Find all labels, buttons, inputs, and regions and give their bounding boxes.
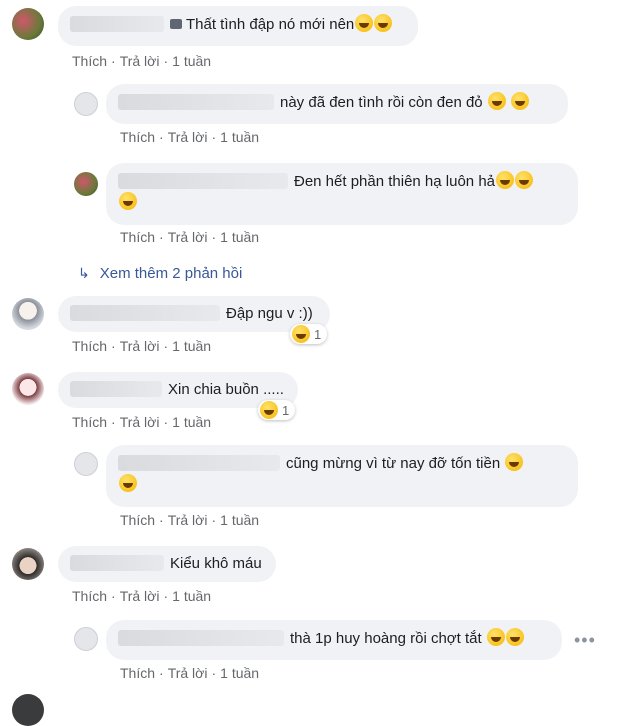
reaction-count: 1	[314, 326, 322, 342]
rofl-emoji-icon	[119, 474, 137, 492]
comment-bubble: thà 1p huy hoàng rồi chợt tắt	[106, 620, 562, 660]
comment-text: này đã đen tình rồi còn đen đỏ	[280, 94, 483, 111]
avatar[interactable]	[12, 373, 44, 405]
avatar[interactable]	[12, 8, 44, 40]
redacted-name[interactable]	[70, 16, 164, 32]
redacted-name[interactable]	[70, 555, 164, 571]
rofl-emoji-icon	[486, 628, 505, 646]
comment-text: Đen hết phần thiên hạ luôn hả	[294, 173, 495, 190]
comment-text: Thất tình đập nó mới nên	[186, 16, 355, 33]
comment-actions: Thích · Trả lời · 1 tuần	[120, 512, 260, 528]
redacted-name[interactable]	[118, 94, 274, 110]
comment-bubble: cũng mừng vì từ nay đỡ tốn tiền	[106, 445, 578, 507]
like-link[interactable]: Thích	[120, 129, 155, 145]
comment-text: Đập ngu v :))	[226, 305, 313, 322]
comment-bubble: Đập ngu v :))	[58, 296, 330, 332]
emoji-icon	[487, 92, 506, 110]
timestamp[interactable]: 1 tuần	[172, 414, 211, 430]
timestamp[interactable]: 1 tuần	[172, 588, 211, 604]
redacted-name[interactable]	[70, 305, 220, 321]
reply-link[interactable]: Trả lời	[120, 588, 160, 604]
avatar[interactable]	[74, 172, 98, 196]
laughing-emoji-icon	[292, 325, 310, 343]
timestamp[interactable]: 1 tuần	[220, 665, 259, 681]
reply-link[interactable]: Trả lời	[120, 53, 160, 69]
emoji-icon	[515, 171, 533, 189]
sad-emoji-icon	[260, 401, 278, 419]
redacted-name[interactable]	[118, 455, 280, 471]
redacted-name[interactable]	[118, 630, 284, 646]
more-options-icon[interactable]: •••	[574, 630, 596, 651]
redacted-name[interactable]	[70, 381, 162, 397]
like-link[interactable]: Thích	[120, 512, 155, 528]
like-link[interactable]: Thích	[72, 53, 107, 69]
comment-actions: Thích · Trả lời · 1 tuần	[72, 53, 212, 69]
avatar[interactable]	[74, 452, 98, 476]
like-link[interactable]: Thích	[72, 588, 107, 604]
comment-text: cũng mừng vì từ nay đỡ tốn tiền	[286, 455, 501, 472]
comment-bubble: Đen hết phần thiên hạ luôn hả	[106, 163, 578, 225]
comment-bubble: Thất tình đập nó mới nên	[58, 6, 418, 46]
comment-text: thà 1p huy hoàng rồi chợt tắt	[290, 630, 482, 647]
reply-link[interactable]: Trả lời	[120, 414, 160, 430]
reply-link[interactable]: Trả lời	[120, 338, 160, 354]
reply-link[interactable]: Trả lời	[168, 229, 208, 245]
like-link[interactable]: Thích	[72, 414, 107, 430]
avatar[interactable]	[74, 92, 98, 116]
avatar[interactable]	[12, 694, 44, 726]
reaction-badge[interactable]: 1	[290, 324, 328, 344]
comment-actions: Thích · Trả lời · 1 tuần	[120, 129, 260, 145]
view-more-replies-link[interactable]: ↳ Xem thêm 2 phản hồi	[78, 265, 242, 282]
emoji-icon	[511, 92, 529, 110]
comment-actions: Thích · Trả lời · 1 tuần	[120, 229, 260, 245]
rofl-emoji-icon	[505, 628, 524, 646]
avatar[interactable]	[12, 548, 44, 580]
avatar[interactable]	[74, 627, 98, 651]
timestamp[interactable]: 1 tuần	[220, 512, 259, 528]
timestamp[interactable]: 1 tuần	[220, 229, 259, 245]
avatar[interactable]	[12, 298, 44, 330]
message-icon	[170, 19, 182, 29]
comment-actions: Thích · Trả lời · 1 tuần	[120, 665, 260, 681]
like-link[interactable]: Thích	[120, 665, 155, 681]
timestamp[interactable]: 1 tuần	[220, 129, 259, 145]
comment-actions: Thích · Trả lời · 1 tuần	[72, 338, 212, 354]
comment-bubble: này đã đen tình rồi còn đen đỏ	[106, 84, 568, 124]
rofl-emoji-icon	[505, 453, 524, 471]
comment-bubble: Kiểu khô máu	[58, 546, 276, 582]
like-link[interactable]: Thích	[120, 229, 155, 245]
emoji-icon	[496, 171, 514, 189]
timestamp[interactable]: 1 tuần	[172, 338, 211, 354]
like-link[interactable]: Thích	[72, 338, 107, 354]
reaction-count: 1	[282, 402, 290, 418]
reply-link[interactable]: Trả lời	[168, 665, 208, 681]
emoji-icon	[119, 192, 137, 210]
reply-link[interactable]: Trả lời	[168, 512, 208, 528]
emoji-icon	[355, 14, 374, 32]
comment-actions: Thích · Trả lời · 1 tuần	[72, 414, 212, 430]
comment-text: Xin chia buồn .....	[168, 381, 284, 398]
emoji-icon	[374, 14, 393, 32]
comment-text: Kiểu khô máu	[170, 555, 262, 572]
reaction-badge[interactable]: 1	[258, 400, 296, 420]
comment-actions: Thích · Trả lời · 1 tuần	[72, 588, 212, 604]
redacted-name[interactable]	[118, 173, 288, 189]
reply-link[interactable]: Trả lời	[168, 129, 208, 145]
timestamp[interactable]: 1 tuần	[172, 53, 211, 69]
reply-arrow-icon: ↳	[78, 265, 90, 281]
